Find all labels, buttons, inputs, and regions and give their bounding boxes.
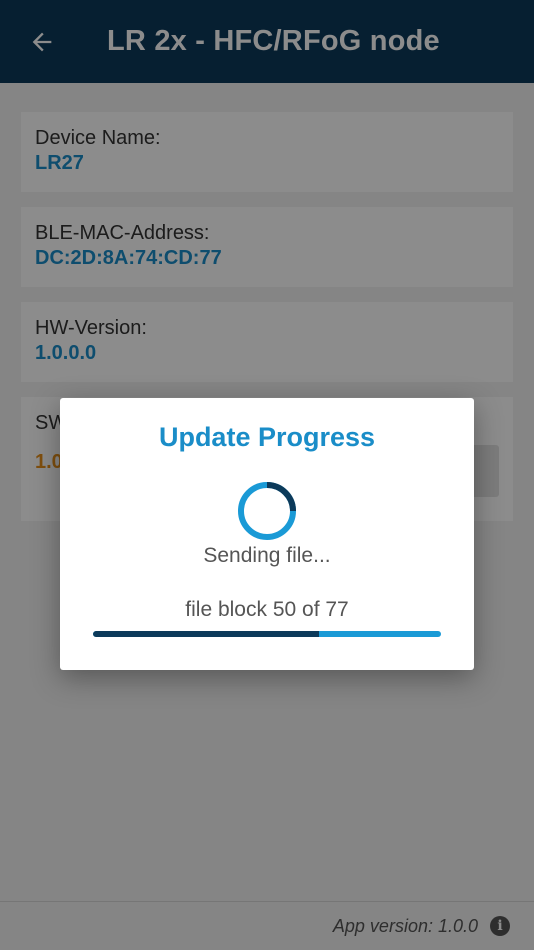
update-progress-dialog: Update Progress Sending file... file blo… xyxy=(60,398,474,670)
file-block-text: file block 50 of 77 xyxy=(185,598,349,621)
progress-bar xyxy=(93,631,441,637)
progress-bar-fill xyxy=(93,631,319,637)
dialog-title: Update Progress xyxy=(158,422,376,452)
loading-spinner-icon xyxy=(238,482,296,540)
status-text: Sending file... xyxy=(203,544,331,567)
